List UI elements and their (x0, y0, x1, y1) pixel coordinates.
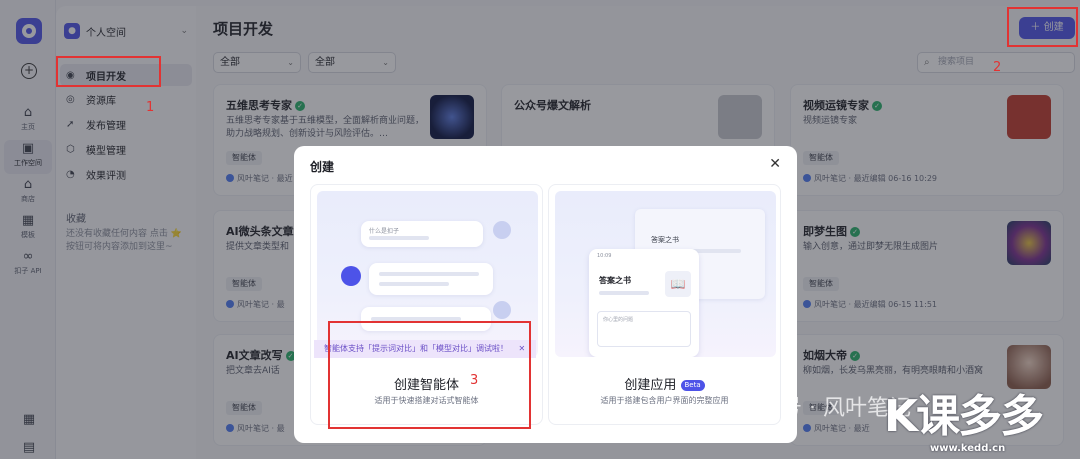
phone-frame: 10:09 答案之书 📖 你心里的问题 (589, 249, 699, 357)
dialog-title: 创建 (310, 160, 335, 174)
kedd-watermark: K课多多 (884, 391, 1044, 442)
annotation-box-3 (328, 321, 531, 429)
question-placeholder: 你心里的问题 (603, 317, 634, 323)
annotation-box-2 (1007, 7, 1078, 47)
bot-avatar-icon (341, 266, 361, 286)
chat-bubble-text: 什么是扣子 (369, 228, 400, 235)
phone-title: 答案之书 (599, 276, 631, 285)
phone-time: 10:09 (597, 253, 612, 259)
book-icon: 📖 (665, 271, 691, 297)
beta-badge: Beta (680, 380, 705, 391)
chat-bubble (369, 263, 493, 295)
window-title: 答案之书 (651, 236, 679, 244)
annotation-box-1 (56, 56, 161, 87)
create-app-option[interactable]: 答案之书 10:09 答案之书 📖 你心里的问题 创建应用 Beta 适用于搭建… (548, 184, 781, 425)
user-avatar-icon (493, 301, 511, 319)
annotation-number-2: 2 (993, 60, 1002, 75)
chat-bubble: 什么是扣子 (361, 221, 483, 247)
kedd-url-watermark: www.kedd.cn (930, 443, 1006, 454)
annotation-number-1: 1 (146, 100, 155, 115)
annotation-number-3: 3 (470, 373, 479, 388)
close-icon[interactable]: ✕ (769, 156, 781, 172)
user-avatar-icon (493, 221, 511, 239)
app-illustration: 答案之书 10:09 答案之书 📖 你心里的问题 (555, 191, 776, 357)
question-textarea: 你心里的问题 (597, 311, 691, 347)
